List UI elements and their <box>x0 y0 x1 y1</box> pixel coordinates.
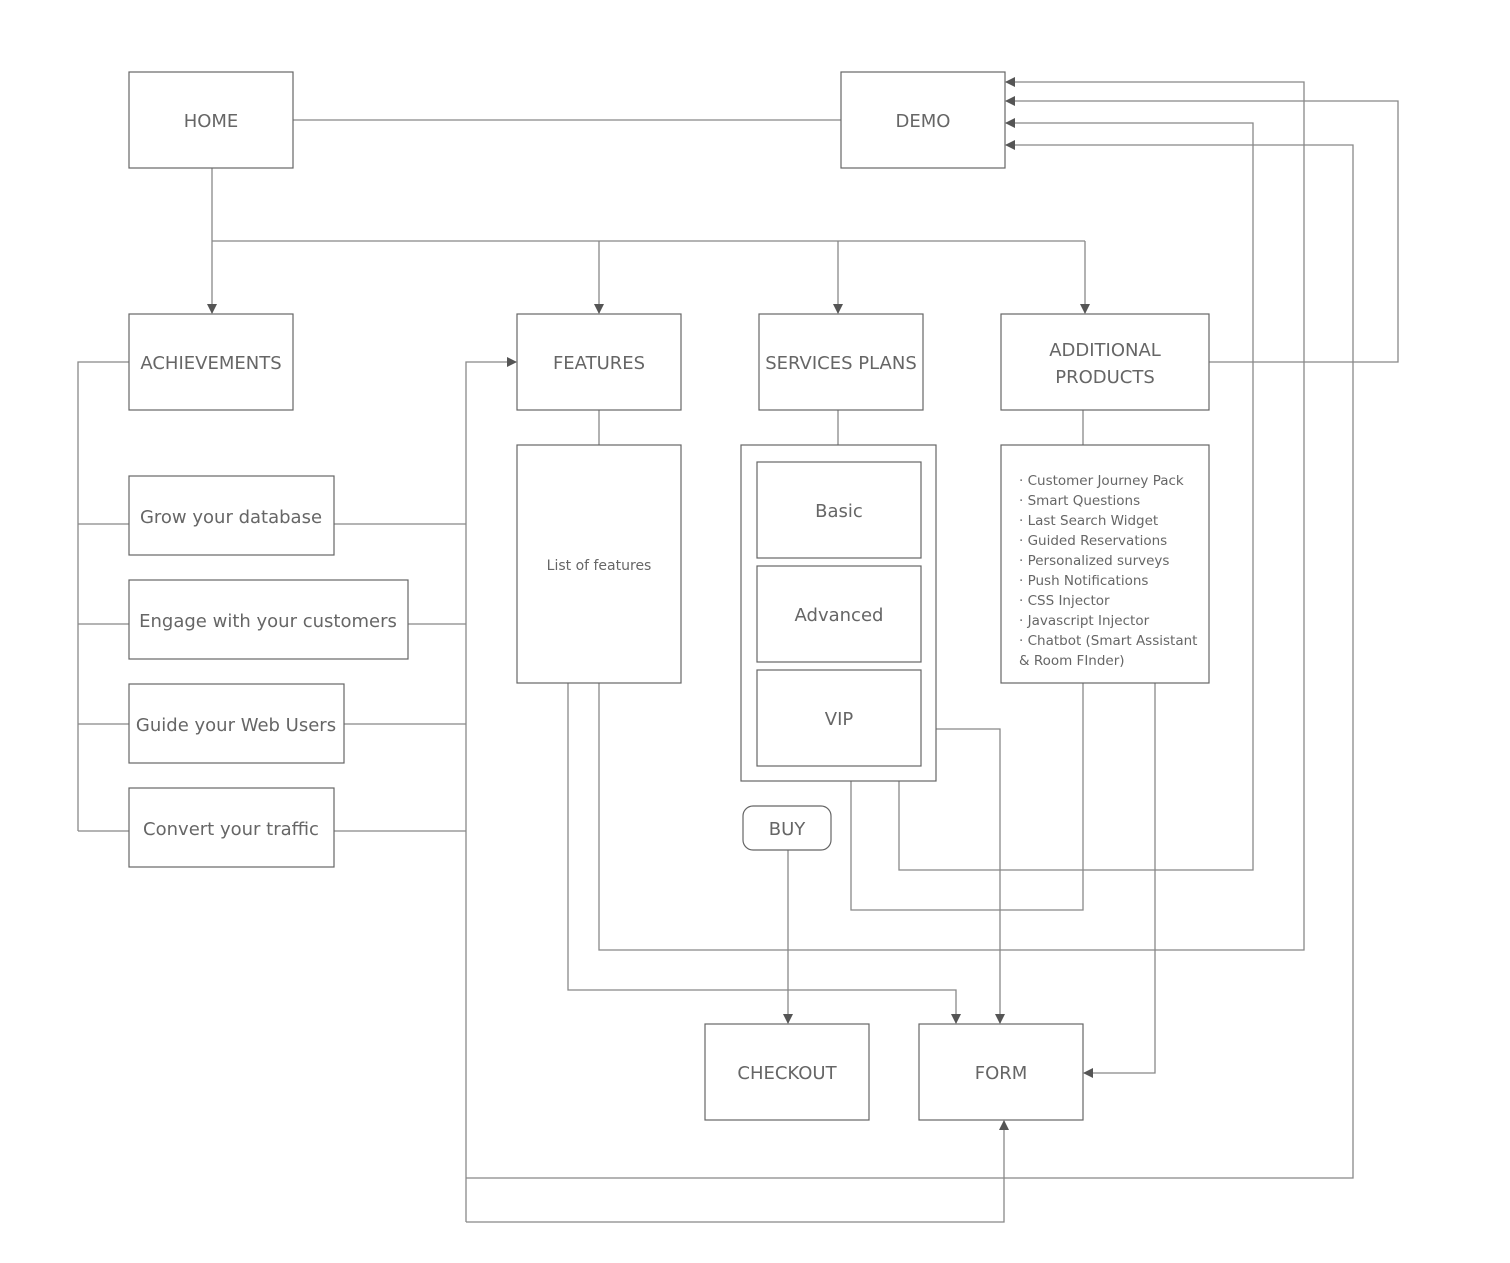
node-label: ACHIEVEMENTS <box>140 353 281 374</box>
node-label: CHECKOUT <box>737 1063 837 1084</box>
node-label: Convert your traffic <box>143 819 319 840</box>
list-item: & Room FInder) <box>1019 653 1125 669</box>
node-label: Grow your database <box>140 507 322 528</box>
node-grow[interactable]: Grow your database <box>128 475 335 556</box>
node-checkout[interactable]: CHECKOUT <box>704 1023 870 1121</box>
node-label: BUY <box>769 819 807 840</box>
node-label: VIP <box>825 709 854 730</box>
node-buy[interactable]: BUY <box>742 805 832 851</box>
list-item: · Customer Journey Pack <box>1019 473 1184 489</box>
node-additional-products-list[interactable]: · Customer Journey Pack · Smart Question… <box>1000 444 1210 684</box>
node-label: Engage with your customers <box>139 611 397 632</box>
list-item: · Smart Questions <box>1019 493 1140 509</box>
node-list-of-features[interactable]: List of features <box>516 444 682 684</box>
node-label: SERVICES PLANS <box>765 353 917 374</box>
node-demo[interactable]: DEMO <box>840 71 1006 169</box>
node-label: HOME <box>184 111 239 132</box>
node-vip[interactable]: VIP <box>756 669 922 767</box>
list-item: · Last Search Widget <box>1019 513 1158 529</box>
list-item: · CSS Injector <box>1019 593 1110 609</box>
node-label: FEATURES <box>553 353 645 374</box>
node-convert[interactable]: Convert your traffic <box>128 787 335 868</box>
node-form[interactable]: FORM <box>918 1023 1084 1121</box>
node-features[interactable]: FEATURES <box>516 313 682 411</box>
sitemap-diagram: HOME DEMO ACHIEVEMENTS FEATURES SERVICES… <box>77 71 1399 1223</box>
node-basic[interactable]: Basic <box>756 461 922 559</box>
node-achievements[interactable]: ACHIEVEMENTS <box>128 313 294 411</box>
list-item: · Javascript Injector <box>1019 613 1150 629</box>
list-item: · Personalized surveys <box>1019 553 1169 569</box>
node-label: FORM <box>975 1063 1028 1084</box>
node-label: ADDITIONAL <box>1049 340 1161 361</box>
node-label: Basic <box>815 501 863 522</box>
list-item: · Chatbot (Smart Assistant <box>1019 633 1197 649</box>
node-advanced[interactable]: Advanced <box>756 565 922 663</box>
node-label: DEMO <box>896 111 951 132</box>
node-services-plans[interactable]: SERVICES PLANS <box>758 313 924 411</box>
node-additional-products[interactable]: ADDITIONAL PRODUCTS <box>1000 313 1210 411</box>
node-label: PRODUCTS <box>1055 367 1155 388</box>
node-label: Guide your Web Users <box>136 715 336 736</box>
node-engage[interactable]: Engage with your customers <box>128 579 409 660</box>
node-label: List of features <box>547 558 652 574</box>
list-item: · Guided Reservations <box>1019 533 1167 549</box>
node-home[interactable]: HOME <box>128 71 294 169</box>
node-label: Advanced <box>795 605 884 626</box>
node-guide[interactable]: Guide your Web Users <box>128 683 345 764</box>
list-item: · Push Notifications <box>1019 573 1148 589</box>
